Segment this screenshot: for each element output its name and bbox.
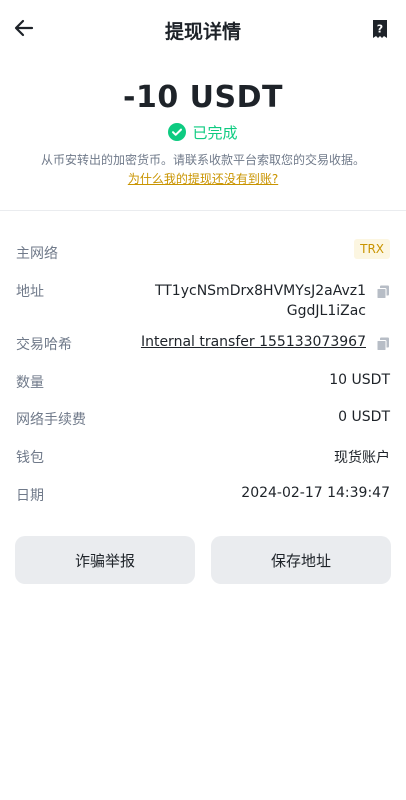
wallet-value: 现货账户 [334, 450, 390, 466]
help-link[interactable]: 为什么我的提现还没有到账? [0, 170, 406, 187]
amount-label: 数量 [16, 375, 44, 391]
network-label: 主网络 [16, 246, 58, 262]
copy-txhash-icon[interactable] [376, 336, 390, 351]
amount-value: 10 USDT [329, 372, 390, 388]
check-circle-icon [168, 123, 187, 141]
status-line: 已完成 [0, 122, 406, 143]
help-doc-icon[interactable]: ? [371, 19, 389, 39]
wallet-label: 钱包 [16, 450, 44, 466]
address-value: TT1ycNSmDrx8HVMYsJ2aAvz1 GgdJL1iZac [155, 281, 366, 321]
help-link-text[interactable]: 为什么我的提现还没有到账? [128, 172, 278, 186]
divider [0, 210, 406, 211]
header: 提现详情 ? [0, 0, 406, 60]
status-text: 已完成 [192, 124, 238, 142]
fee-label: 网络手续费 [16, 412, 86, 428]
page-title: 提现详情 [164, 21, 241, 43]
date-value: 2024-02-17 14:39:47 [241, 485, 390, 501]
copy-address-icon[interactable] [376, 284, 390, 299]
svg-text:?: ? [377, 23, 383, 36]
address-label: 地址 [16, 284, 44, 300]
date-label: 日期 [16, 488, 44, 504]
address-line-1: TT1ycNSmDrx8HVMYsJ2aAvz1 [154, 283, 366, 299]
save-address-button[interactable]: 保存地址 [211, 536, 391, 584]
address-line-2: GgdJL1iZac [286, 303, 366, 319]
info-note: 从币安转出的加密货币。请联系收款平台索取您的交易收据。 [40, 153, 365, 167]
network-badge: TRX [354, 239, 390, 259]
report-fraud-button[interactable]: 诈骗举报 [15, 536, 195, 584]
txhash-label: 交易哈希 [16, 337, 72, 353]
txhash-value[interactable]: Internal transfer 155133073967 [141, 334, 366, 350]
withdraw-amount: -10 USDT [123, 80, 283, 115]
fee-value: 0 USDT [338, 409, 390, 425]
